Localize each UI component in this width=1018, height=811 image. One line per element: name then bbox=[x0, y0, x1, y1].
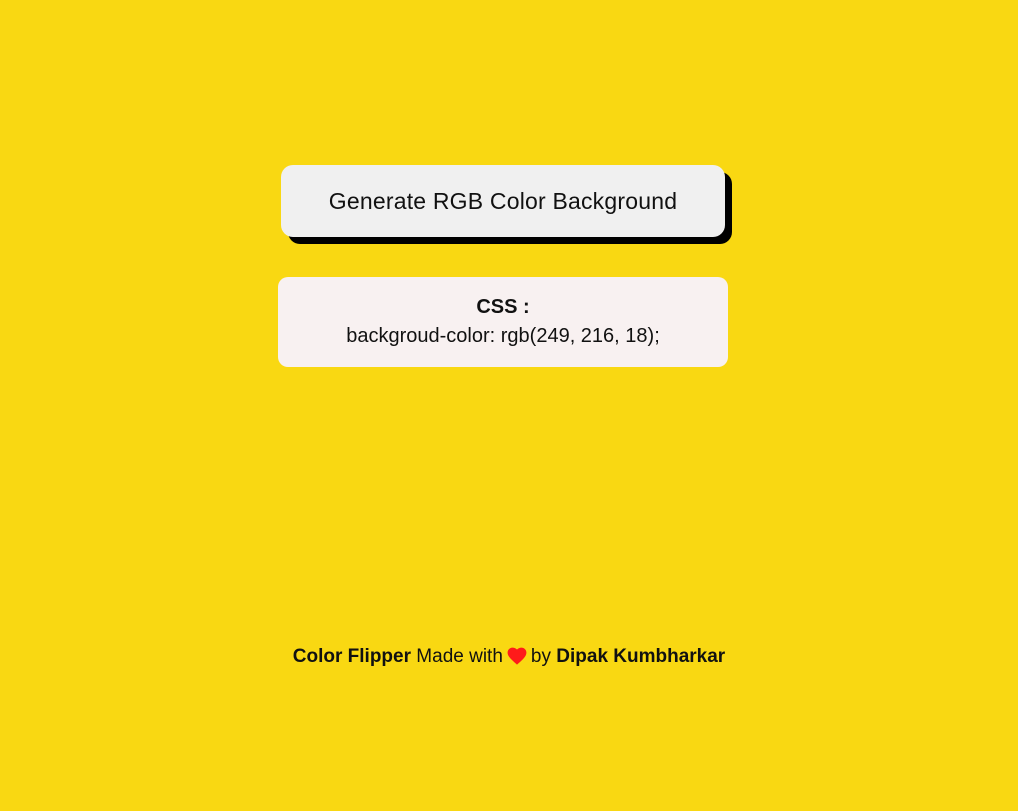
css-code: backgroud-color: rgb(249, 216, 18); bbox=[346, 325, 660, 347]
footer-by: by bbox=[530, 646, 551, 667]
footer-app-name: Color Flipper bbox=[292, 646, 412, 667]
css-output-box: CSS : backgroud-color: rgb(249, 216, 18)… bbox=[278, 277, 728, 367]
heart-icon bbox=[507, 647, 527, 673]
footer-made-with: Made with bbox=[416, 646, 503, 667]
footer-author: Dipak Kumbharkar bbox=[556, 646, 726, 667]
footer: Color Flipper Made with by Dipak Kumbhark… bbox=[0, 644, 1018, 673]
generate-rgb-button[interactable]: Generate RGB Color Background bbox=[281, 165, 725, 237]
page: { "background_color": "#f9d812", "genera… bbox=[0, 0, 1018, 811]
css-title: CSS : bbox=[476, 296, 530, 318]
